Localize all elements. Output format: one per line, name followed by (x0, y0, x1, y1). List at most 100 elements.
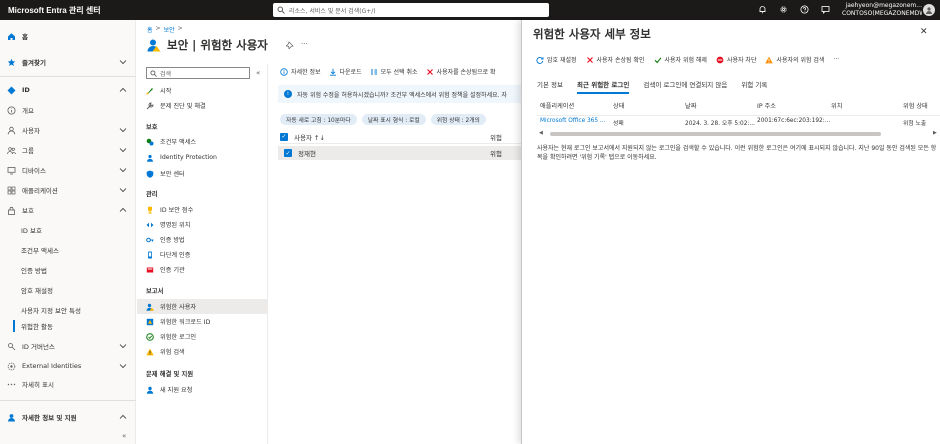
menu-search-input[interactable]: 검색 (146, 67, 250, 79)
column-ip-address[interactable]: IP 주소 (757, 101, 776, 110)
global-search-input[interactable]: 리소스, 서비스 및 문서 검색(G+/) (273, 3, 549, 17)
nav-identity[interactable]: ID (0, 82, 136, 98)
nav-risky-activities[interactable]: 위험한 활동 (0, 318, 136, 334)
column-status[interactable]: 상태 (613, 101, 624, 110)
avatar[interactable] (923, 4, 935, 16)
confirm-compromised-button[interactable]: 사용자를 손상됨으로 확 (426, 67, 496, 76)
column-location[interactable]: 위치 (831, 101, 842, 110)
tab-risk-history[interactable]: 위험 기록 (741, 79, 767, 94)
feedback-icon[interactable] (820, 4, 830, 14)
notifications-bell-icon[interactable] (757, 4, 767, 14)
scroll-right-icon[interactable]: ▶ (933, 130, 937, 136)
account-info[interactable]: jaehyeon@megazonem... CONTOSO(MEGAZONEMD… (842, 2, 922, 17)
nav-id-governance[interactable]: ID 거버넌스 (0, 338, 136, 354)
confirm-user-compromised-button[interactable]: 사용자 손상됨 확인 (586, 55, 645, 64)
deselect-all-button[interactable]: 모두 선택 취소 (370, 67, 418, 76)
panel-tabs: 기본 정보 최근 위험한 로그인 검색이 로그인에 연결되지 않음 위험 기록 (537, 79, 767, 94)
menu-item-identity-protection[interactable]: Identity Protection (137, 150, 268, 165)
row-user[interactable]: 정재현 (298, 148, 316, 158)
settings-gear-icon[interactable] (778, 4, 788, 14)
breadcrumb-security[interactable]: 보안 (164, 25, 175, 34)
chevron-down-icon (119, 58, 127, 66)
nav-password-reset[interactable]: 암호 재설정 (0, 282, 136, 298)
breadcrumb-home[interactable]: 홈 (147, 25, 153, 34)
filter-risk-state[interactable]: 위험 상태 : 2개의 (430, 114, 486, 125)
tab-detections-not-linked[interactable]: 검색이 로그인에 연결되지 않음 (643, 79, 727, 94)
block-user-button[interactable]: 사용자 차단 (716, 55, 757, 64)
more-actions-button[interactable]: ··· (833, 55, 839, 64)
reset-password-button[interactable]: 암호 재설정 (536, 55, 577, 64)
collapse-nav-icon[interactable]: « (122, 432, 126, 440)
nav-devices[interactable]: 디바이스 (0, 162, 136, 178)
menu-item-security-center[interactable]: 보안 센터 (137, 166, 268, 181)
nav-conditional-access[interactable]: 조건부 액세스 (0, 242, 136, 258)
learn-more-button[interactable]: 자세한 정보 (280, 67, 321, 76)
nav-show-more[interactable]: 자세히 표시 (0, 376, 136, 392)
external-identities-icon (7, 362, 16, 371)
search-icon (277, 6, 285, 14)
nav-custom-security-attributes[interactable]: 사용자 지정 보안 특성 (0, 302, 136, 318)
table-row[interactable]: ✓ 정재현 위험 (278, 146, 521, 160)
column-risk-state[interactable]: 위험 상태 (903, 101, 928, 110)
horizontal-scrollbar[interactable]: ◀ ▶ (537, 130, 940, 136)
row-application-link[interactable]: Microsoft Office 365 ... (540, 118, 605, 124)
column-application[interactable]: 애플리케이션 (540, 101, 574, 110)
collapse-menu-icon[interactable]: « (256, 69, 260, 77)
nav-auth-methods[interactable]: 인증 방법 (0, 262, 136, 278)
menu-item-mfa[interactable]: 다단계 인증 (137, 247, 268, 262)
download-button[interactable]: 다운로드 (329, 67, 362, 76)
user-risk-detections-button[interactable]: 사용자의 위험 검색 (765, 55, 824, 64)
nav-overview[interactable]: 개요 (0, 102, 136, 118)
column-user[interactable]: 사용자 ↑↓ (294, 132, 325, 142)
nav-home[interactable]: 홈 (0, 28, 136, 44)
more-options-icon[interactable]: ··· (301, 40, 308, 48)
row-checkbox[interactable]: ✓ (284, 149, 292, 157)
menu-item-named-locations[interactable]: 명명된 위치 (137, 217, 268, 232)
menu-item-diagnose[interactable]: 문제 진단 및 해결 (137, 98, 268, 113)
nav-external-identities[interactable]: External Identities (0, 358, 136, 374)
close-icon[interactable]: ✕ (920, 27, 928, 37)
filter-date-format[interactable]: 날짜 표시 형식 : 로컬 (361, 114, 426, 125)
select-all-checkbox[interactable]: ✓ (280, 132, 288, 141)
menu-item-risky-signins[interactable]: 위험한 로그인 (137, 329, 268, 344)
menu-item-authentication-methods[interactable]: 인증 방법 (137, 232, 268, 247)
page-title-text: 보안 | 위험한 사용자 (167, 38, 268, 52)
block-user-label: 사용자 차단 (726, 57, 757, 64)
panel-toolbar: 암호 재설정 사용자 손상됨 확인 사용자 위험 해제 사용자 차단 사용자의 … (536, 55, 839, 64)
select-all-icon (370, 69, 377, 74)
dismiss-user-risk-button[interactable]: 사용자 위험 해제 (654, 55, 707, 64)
risky-user-icon (147, 38, 161, 52)
nav-learn-support[interactable]: 자세한 정보 및 지원 (0, 409, 136, 425)
nav-users[interactable]: 사용자 (0, 122, 136, 138)
help-question-icon[interactable] (799, 4, 809, 14)
deselect-all-label: 모두 선택 취소 (380, 69, 418, 76)
risky-users-content: 자세한 정보 다운로드 모두 선택 취소 사용자를 손상됨으로 확 i 자동 위… (274, 65, 521, 444)
menu-item-risky-users[interactable]: 위험한 사용자 (137, 299, 268, 314)
table-row[interactable]: Microsoft Office 365 ... 성패 2024. 3. 28.… (537, 118, 940, 130)
column-risk[interactable]: 위험 (490, 132, 502, 142)
menu-item-new-support-request[interactable]: 새 지원 요청 (137, 382, 268, 397)
chevron-down-icon (119, 362, 127, 370)
menu-item-getting-started[interactable]: 시작 (137, 83, 268, 98)
menu-item-risky-workload-ids[interactable]: 위험한 워크로드 ID (137, 314, 268, 329)
scroll-left-icon[interactable]: ◀ (539, 130, 543, 136)
column-date[interactable]: 날짜 (685, 101, 696, 110)
nav-groups[interactable]: 그룹 (0, 142, 136, 158)
tab-recent-risky-signins[interactable]: 최근 위험한 로그인 (577, 79, 630, 94)
menu-item-auth-contexts[interactable]: 인증 기관 (137, 262, 268, 277)
nav-applications[interactable]: 애플리케이션 (0, 182, 136, 198)
nav-applications-label: 애플리케이션 (22, 187, 58, 195)
tab-basic-info[interactable]: 기본 정보 (537, 79, 563, 94)
filter-auto-refresh[interactable]: 자동 새로 고침 : 10분마다 (280, 114, 357, 125)
nav-conditional-access-label: 조건부 액세스 (21, 247, 59, 255)
menu-item-conditional-access[interactable]: 조건부 액세스 (137, 134, 268, 149)
pin-icon[interactable] (285, 41, 294, 50)
portal-brand[interactable]: Microsoft Entra 관리 센터 (0, 5, 270, 16)
nav-protection[interactable]: 보호 (0, 202, 136, 218)
nav-favorites[interactable]: 즐겨찾기 (0, 54, 136, 70)
menu-item-identity-secure-score[interactable]: ID 보안 점수 (137, 202, 268, 217)
scrollbar-thumb[interactable] (550, 132, 881, 136)
menu-item-label: 위험한 워크로드 ID (160, 319, 211, 326)
nav-id-protection[interactable]: ID 보호 (0, 222, 136, 238)
menu-item-risk-detections[interactable]: 위험 검색 (137, 344, 268, 359)
